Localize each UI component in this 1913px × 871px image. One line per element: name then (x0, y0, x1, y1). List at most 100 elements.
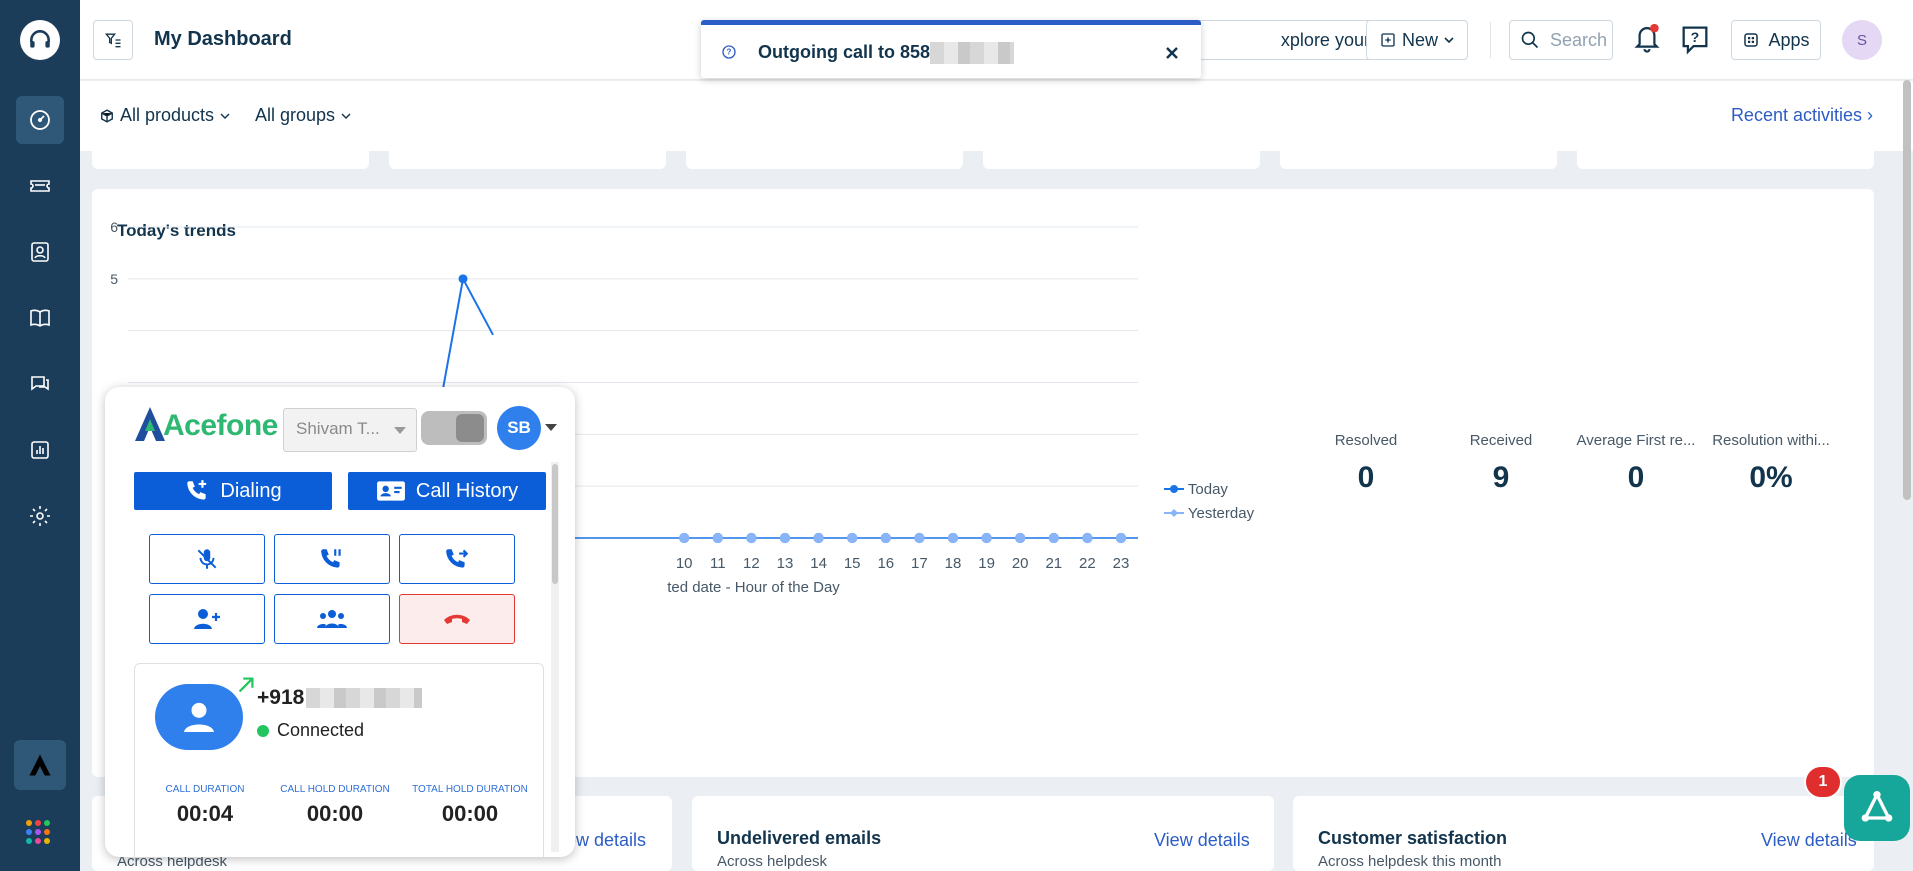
toast-message: Outgoing call to 858 (758, 42, 1015, 65)
summary-card[interactable] (92, 151, 369, 169)
data-point-peak (458, 274, 468, 284)
app-switcher-icon[interactable] (26, 820, 50, 844)
summary-card[interactable] (1280, 151, 1557, 169)
summary-card[interactable] (389, 151, 666, 169)
x-tick-label: 10 (676, 555, 693, 572)
network-triangle-icon (1861, 790, 1893, 822)
data-point (679, 532, 690, 544)
notifications-button[interactable] (1632, 22, 1666, 58)
data-point (981, 532, 992, 544)
caller-number-text: +918 (257, 686, 305, 709)
call-hold-duration: CALL HOLD DURATION 00:00 (270, 784, 400, 827)
sidebar-item-forums[interactable] (16, 360, 64, 408)
card-title: Customer satisfaction (1318, 828, 1508, 848)
card-title: Undelivered emails (717, 828, 882, 848)
filter-toggle-button[interactable] (93, 20, 133, 60)
customer-satisfaction-card[interactable]: Customer satisfaction Across helpdesk th… (1293, 796, 1874, 871)
dialing-tab[interactable]: Dialing (134, 472, 332, 510)
search-input[interactable]: Search (1509, 20, 1613, 60)
stat-label: Resolved (1334, 432, 1398, 449)
summary-card[interactable] (983, 151, 1260, 169)
gear-icon (30, 506, 50, 526)
agent-avatar[interactable]: SB (497, 406, 541, 450)
undelivered-emails-card[interactable]: Undelivered emails Across helpdesk View … (692, 796, 1274, 871)
sidebar-item-tickets[interactable] (16, 162, 64, 210)
data-point (947, 532, 959, 544)
legend-today[interactable]: Today (1164, 481, 1228, 498)
caret-down-icon[interactable] (545, 424, 557, 432)
sidebar (0, 0, 80, 871)
sidebar-item-admin[interactable] (16, 492, 64, 540)
ticket-icon (30, 180, 50, 192)
user-avatar[interactable]: S (1842, 20, 1882, 60)
sidebar-item-dashboard[interactable] (16, 96, 64, 144)
total-hold-duration: TOTAL HOLD DURATION 00:00 (405, 784, 535, 827)
page-title: My Dashboard (154, 28, 292, 50)
contacts-icon (31, 242, 49, 262)
availability-toggle[interactable] (421, 411, 487, 445)
summary-card[interactable] (1577, 151, 1874, 169)
stat-resolution-within-sla[interactable]: Resolution withi... 0% (1706, 432, 1836, 495)
help-icon: ? (1682, 26, 1708, 55)
apps-button[interactable]: Apps (1731, 20, 1821, 60)
acefone-dialer-widget: Acefone Shivam T... SB Dialing Call Hist… (105, 387, 575, 857)
legend-yesterday[interactable]: Yesterday (1164, 505, 1254, 522)
apps-label: Apps (1768, 29, 1810, 50)
view-details-link[interactable]: View details (1154, 830, 1250, 851)
user-initial: S (1856, 31, 1867, 49)
x-tick-label: 13 (777, 555, 794, 572)
stat-resolved[interactable]: Resolved 0 (1301, 432, 1431, 495)
summary-card[interactable] (686, 151, 963, 169)
x-tick-label: 11 (710, 555, 726, 572)
question-circle-icon: ? (722, 45, 736, 59)
agent-select[interactable]: Shivam T... (283, 408, 417, 452)
recent-activities-label: Recent activities (1730, 105, 1862, 125)
x-tick-label: 14 (810, 555, 827, 572)
conference-button[interactable] (274, 594, 390, 644)
acefone-brand: Acefone (163, 409, 278, 442)
chevron-down-icon (1444, 37, 1454, 44)
search-icon (1521, 31, 1539, 49)
groups-dropdown[interactable]: All groups (255, 105, 351, 126)
sidebar-item-acefone[interactable] (14, 740, 66, 790)
data-point (779, 532, 791, 544)
reports-icon (31, 441, 49, 459)
data-point (914, 532, 925, 544)
hangup-button[interactable] (399, 594, 515, 644)
svg-text:?: ? (727, 48, 732, 57)
caller-number: +918 (238, 677, 423, 710)
redacted-number (306, 688, 423, 708)
help-button[interactable]: ? (1678, 22, 1714, 58)
sidebar-item-knowledge-base[interactable] (16, 294, 64, 342)
chevron-down-icon (341, 113, 351, 119)
sidebar-item-reports[interactable] (16, 426, 64, 474)
recent-activities-link[interactable]: Recent activities › (1731, 105, 1873, 126)
new-button[interactable]: New (1366, 20, 1468, 60)
helpdesk-logo-icon[interactable] (20, 20, 60, 60)
caller-avatar (155, 684, 243, 750)
close-icon[interactable] (1165, 46, 1179, 60)
freddy-assistant-button[interactable] (1844, 775, 1910, 841)
mute-button[interactable] (149, 534, 265, 584)
duration-value: 00:00 (441, 801, 499, 826)
call-history-tab[interactable]: Call History (348, 472, 546, 510)
stat-average-first-response[interactable]: Average First re... 0 (1571, 432, 1701, 495)
x-tick-label: 12 (743, 555, 760, 572)
hold-button[interactable] (274, 534, 390, 584)
transfer-button[interactable] (399, 534, 515, 584)
x-tick-label: 23 (1113, 555, 1130, 572)
view-details-link[interactable]: View details (1761, 830, 1857, 851)
page-scrollbar[interactable] (1903, 80, 1911, 500)
stat-label: Resolution withi... (1712, 432, 1830, 449)
stat-value: 0 (1627, 461, 1645, 494)
stat-received[interactable]: Received 9 (1436, 432, 1566, 495)
sidebar-item-contacts[interactable] (16, 228, 64, 276)
products-dropdown[interactable]: All products (100, 105, 230, 126)
x-tick-label: 18 (945, 555, 962, 572)
widget-scrollbar[interactable] (551, 462, 559, 852)
add-participant-button[interactable] (149, 594, 265, 644)
redacted-number (930, 42, 1015, 65)
outgoing-call-toast: ? Outgoing call to 858 (701, 20, 1201, 78)
data-point (1115, 532, 1127, 544)
x-tick-label: 19 (978, 555, 995, 572)
